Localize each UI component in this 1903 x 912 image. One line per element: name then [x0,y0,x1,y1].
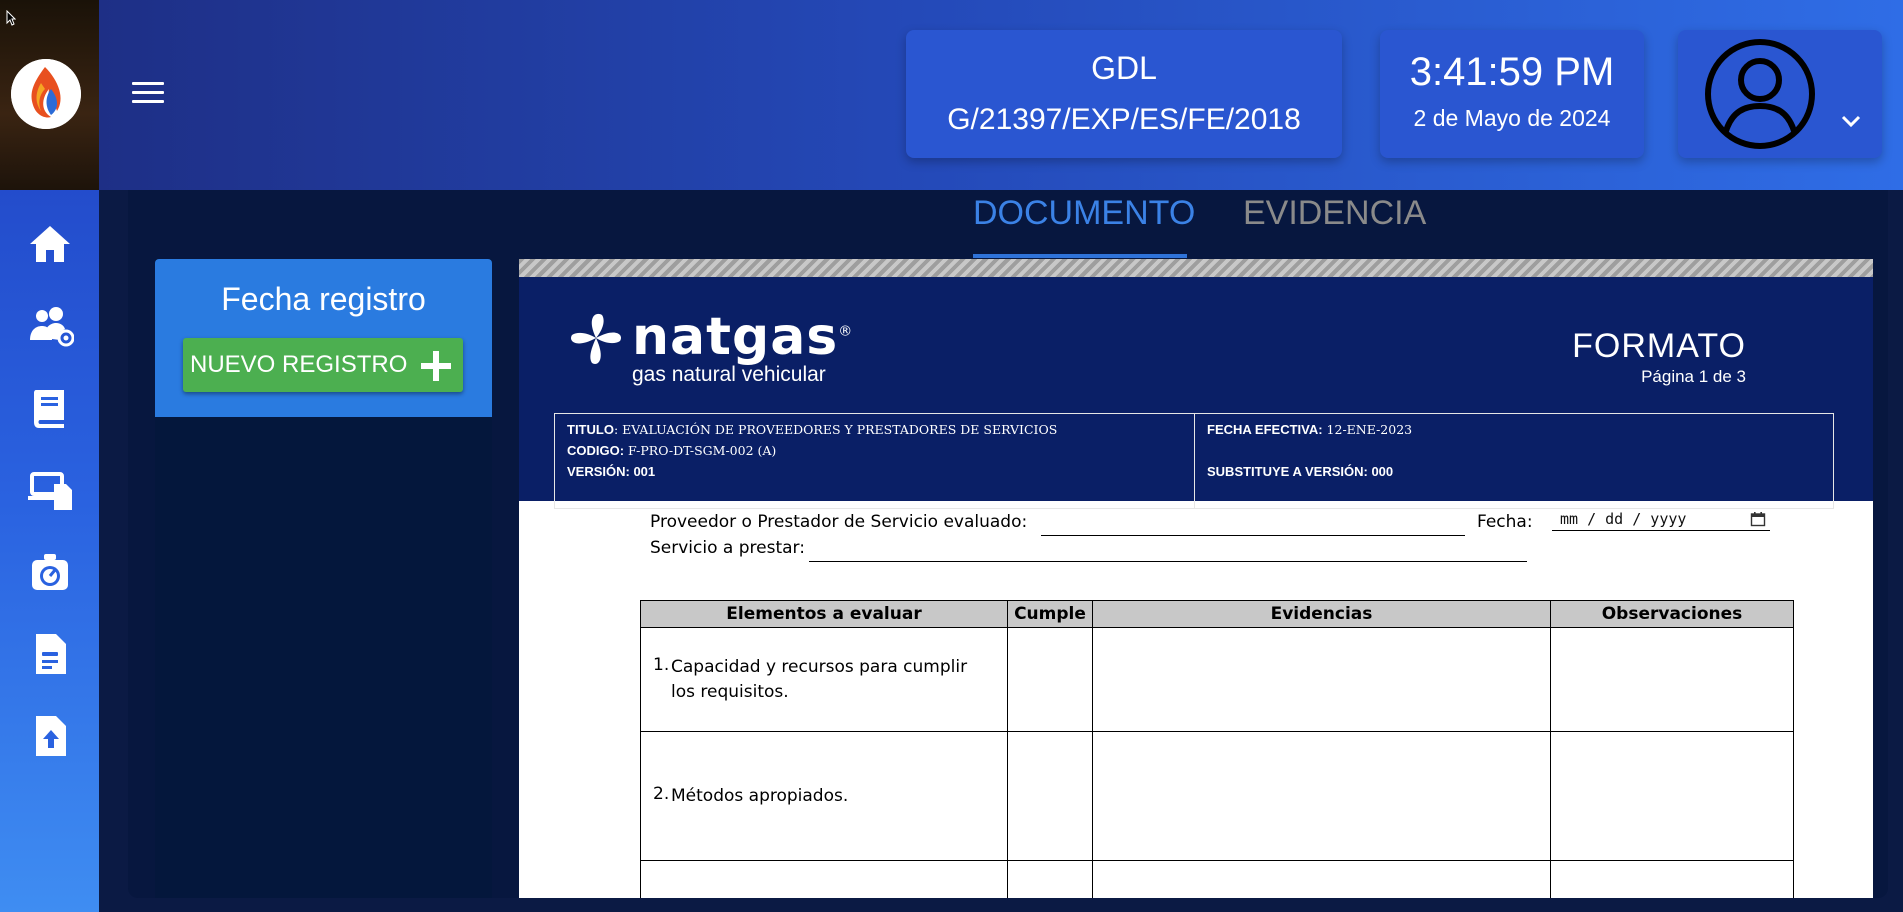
servicio-label: Servicio a prestar: [650,538,805,558]
file-upload-icon [36,716,66,756]
cell-elemento: 2. Métodos apropiados. [640,731,1008,861]
sidebar-item-home[interactable] [22,216,78,272]
col-header-elementos: Elementos a evaluar [640,600,1008,628]
document-icon [36,634,66,674]
natgas-flower-icon [571,313,621,364]
col-header-evidencias: Evidencias [1092,600,1551,628]
col-header-cumple: Cumple [1007,600,1093,628]
tab-evidencia[interactable]: EVIDENCIA [1243,194,1426,233]
row-text: Métodos apropiados. [671,785,849,806]
menu-bar [132,82,164,85]
flame-logo-icon [11,59,81,129]
meta-titulo: TITULO: EVALUACIÓN DE PROVEEDORES Y PRES… [567,422,1058,437]
fecha-label: Fecha: [1477,512,1533,532]
cell-cumple[interactable] [1007,731,1093,861]
servicio-input[interactable] [809,561,1527,562]
clock-card: 3:41:59 PM 2 de Mayo de 2024 [1380,30,1644,158]
document-meta-box: TITULO: EVALUACIÓN DE PROVEEDORES Y PRES… [554,413,1834,509]
cell-cumple[interactable] [1007,860,1093,898]
book-icon [34,390,64,428]
sidebar-item-users[interactable] [22,298,78,354]
row-number: 1. [653,654,670,675]
sidebar-item-devices[interactable] [22,462,78,518]
sidebar-item-document[interactable] [22,626,78,682]
brand-tagline: gas natural vehicular [632,363,826,386]
gauge-icon [32,554,68,590]
menu-toggle-button[interactable] [132,82,164,104]
station-card: GDL G/21397/EXP/ES/FE/2018 [906,30,1342,158]
sidebar-item-gauge[interactable] [22,544,78,600]
viewer-toolbar-stripe [519,259,1873,277]
mouse-cursor-icon [6,10,16,26]
sidebar-item-book[interactable] [22,380,78,436]
row-number: 2. [653,783,670,804]
proveedor-input[interactable] [1041,535,1465,536]
document-header: natgas® gas natural vehicular FORMATO Pá… [519,277,1873,509]
table-row [640,860,1794,898]
users-settings-icon [30,307,74,347]
meta-codigo: CODIGO: F-PRO-DT-SGM-002 (A) [567,443,777,458]
user-menu-button[interactable] [1678,30,1882,158]
menu-bar [132,91,164,94]
table-row: 1. Capacidad y recursos para cumplir los … [640,627,1794,732]
station-permit: G/21397/EXP/ES/FE/2018 [947,103,1301,136]
logo-area [0,0,99,190]
station-site: GDL [1091,50,1157,86]
document-viewer[interactable]: natgas® gas natural vehicular FORMATO Pá… [519,259,1873,898]
clock-date: 2 de Mayo de 2024 [1413,105,1611,131]
tab-documento[interactable]: DOCUMENTO [973,194,1195,233]
page-info: Página 1 de 3 [1641,367,1746,386]
sidebar-item-upload[interactable] [22,708,78,764]
cell-evidencias[interactable] [1092,731,1551,861]
cell-elemento: 1. Capacidad y recursos para cumplir los … [640,627,1008,732]
nuevo-registro-button[interactable]: NUEVO REGISTRO [183,338,463,392]
fecha-registro-title: Fecha registro [221,281,426,317]
proveedor-label: Proveedor o Prestador de Servicio evalua… [650,512,1028,532]
table-header-row: Elementos a evaluar Cumple Evidencias Ob… [640,600,1794,628]
meta-fecha-efectiva: FECHA EFECTIVA: 12-ENE-2023 [1207,422,1413,437]
cell-observaciones[interactable] [1550,627,1794,732]
cell-observaciones[interactable] [1550,860,1794,898]
meta-substituye: SUBSTITUYE A VERSIÓN: 000 [1207,464,1394,479]
table-row: 2. Métodos apropiados. [640,731,1794,861]
calendar-icon[interactable] [1750,511,1766,527]
app-logo[interactable] [11,59,81,129]
cell-evidencias[interactable] [1092,860,1551,898]
evaluation-table: Elementos a evaluar Cumple Evidencias Ob… [640,600,1794,898]
chevron-down-icon [1841,115,1861,128]
devices-icon [28,472,72,510]
clock-time: 3:41:59 PM [1409,50,1615,94]
meta-left-cell: TITULO: EVALUACIÓN DE PROVEEDORES Y PRES… [555,414,1195,508]
brand-name: natgas® [632,307,854,367]
cell-cumple[interactable] [1007,627,1093,732]
active-tab-indicator [973,254,1187,258]
cell-evidencias[interactable] [1092,627,1551,732]
row-text: Capacidad y recursos para cumplir los re… [671,656,968,702]
meta-version: VERSIÓN: 001 [567,464,656,479]
sidebar [0,0,99,912]
col-header-observaciones: Observaciones [1550,600,1794,628]
user-avatar-icon [1705,39,1815,149]
plus-icon [421,351,451,381]
cell-elemento [640,860,1008,898]
cell-observaciones[interactable] [1550,731,1794,861]
fecha-date-input[interactable]: mm / dd / yyyy [1552,507,1770,531]
home-icon [30,226,70,262]
format-title: FORMATO [1572,327,1746,365]
fecha-placeholder: mm / dd / yyyy [1560,510,1687,528]
nuevo-registro-label: NUEVO REGISTRO [190,351,408,378]
menu-bar [132,100,164,103]
